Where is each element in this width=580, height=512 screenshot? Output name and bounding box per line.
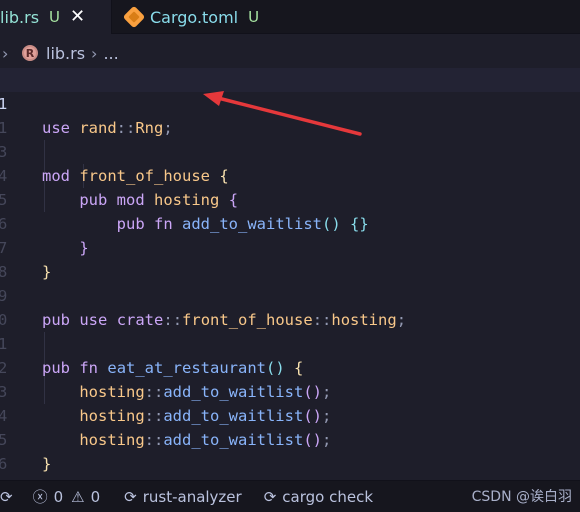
problems-indicator[interactable]: ⓧ 0 ⚠ 0 — [33, 486, 101, 507]
code-line[interactable]: 1 pub fn eat_at_restaurant() { — [0, 308, 580, 377]
tab-label: lib.rs — [0, 7, 40, 27]
code-line[interactable]: 9 pub use crate::front_of_house::hosting… — [0, 260, 580, 329]
code-editor[interactable]: 1 use rand::Rng; 1 3 mod front_of_house … — [0, 68, 580, 473]
code-line[interactable]: 5 } — [0, 404, 580, 473]
breadcrumb-file[interactable]: lib.rs — [46, 44, 85, 63]
breadcrumb: › R lib.rs › ... — [0, 40, 119, 66]
warning-count: 0 — [90, 487, 101, 506]
watermark: CSDN @诶白羽 — [471, 489, 572, 505]
code-line[interactable]: 4 pub mod hosting { — [0, 140, 580, 209]
code-line[interactable]: 2 hosting::add_to_waitlist(); — [0, 332, 580, 401]
code-line[interactable]: 6 — [0, 428, 580, 473]
tab-lib-rs[interactable]: lib.rs U ✕ — [0, 0, 112, 34]
code-line[interactable]: 0 — [0, 284, 580, 329]
breadcrumb-more[interactable]: ... — [103, 44, 118, 63]
sync-icon[interactable]: ⟳ — [0, 488, 13, 506]
code-line[interactable]: 3 mod front_of_house { — [0, 116, 580, 185]
refresh-icon: ⟳ — [124, 487, 137, 506]
code-line[interactable]: 7 } — [0, 212, 580, 281]
warning-icon: ⚠ — [71, 487, 85, 506]
untracked-badge: U — [49, 8, 61, 26]
chevron-right-icon: › — [2, 43, 9, 63]
untracked-badge: U — [248, 8, 260, 26]
cargo-check-status[interactable]: ⟳ cargo check — [264, 488, 373, 506]
close-icon[interactable]: ✕ — [70, 8, 85, 26]
tab-bar: lib.rs U ✕ Cargo.toml U — [0, 0, 580, 34]
code-line[interactable]: 5 pub fn add_to_waitlist() {} — [0, 164, 580, 233]
code-line[interactable]: 4 hosting::add_to_waitlist(); — [0, 380, 580, 449]
tab-label: Cargo.toml — [150, 7, 239, 27]
error-icon: ⓧ — [32, 488, 48, 506]
refresh-icon: ⟳ — [263, 487, 277, 506]
rust-analyzer-label: rust-analyzer — [142, 487, 242, 506]
package-icon — [122, 5, 146, 29]
code-line[interactable]: 1 use rand::Rng; — [0, 68, 580, 137]
tab-cargo-toml[interactable]: Cargo.toml U — [112, 0, 272, 34]
code-line[interactable]: 8 — [0, 236, 580, 281]
breadcrumb-separator: › — [91, 43, 98, 63]
code-line[interactable]: 6 } — [0, 188, 580, 257]
rust-analyzer-status[interactable]: ⟳ rust-analyzer — [124, 488, 242, 506]
cargo-check-label: cargo check — [282, 487, 374, 506]
rust-file-icon: R — [22, 45, 38, 61]
error-count: 0 — [53, 487, 64, 506]
line-number: 6 — [0, 455, 8, 473]
code-line[interactable]: 3 hosting::add_to_waitlist(); — [0, 356, 580, 425]
code-line[interactable]: 1 — [0, 92, 580, 137]
